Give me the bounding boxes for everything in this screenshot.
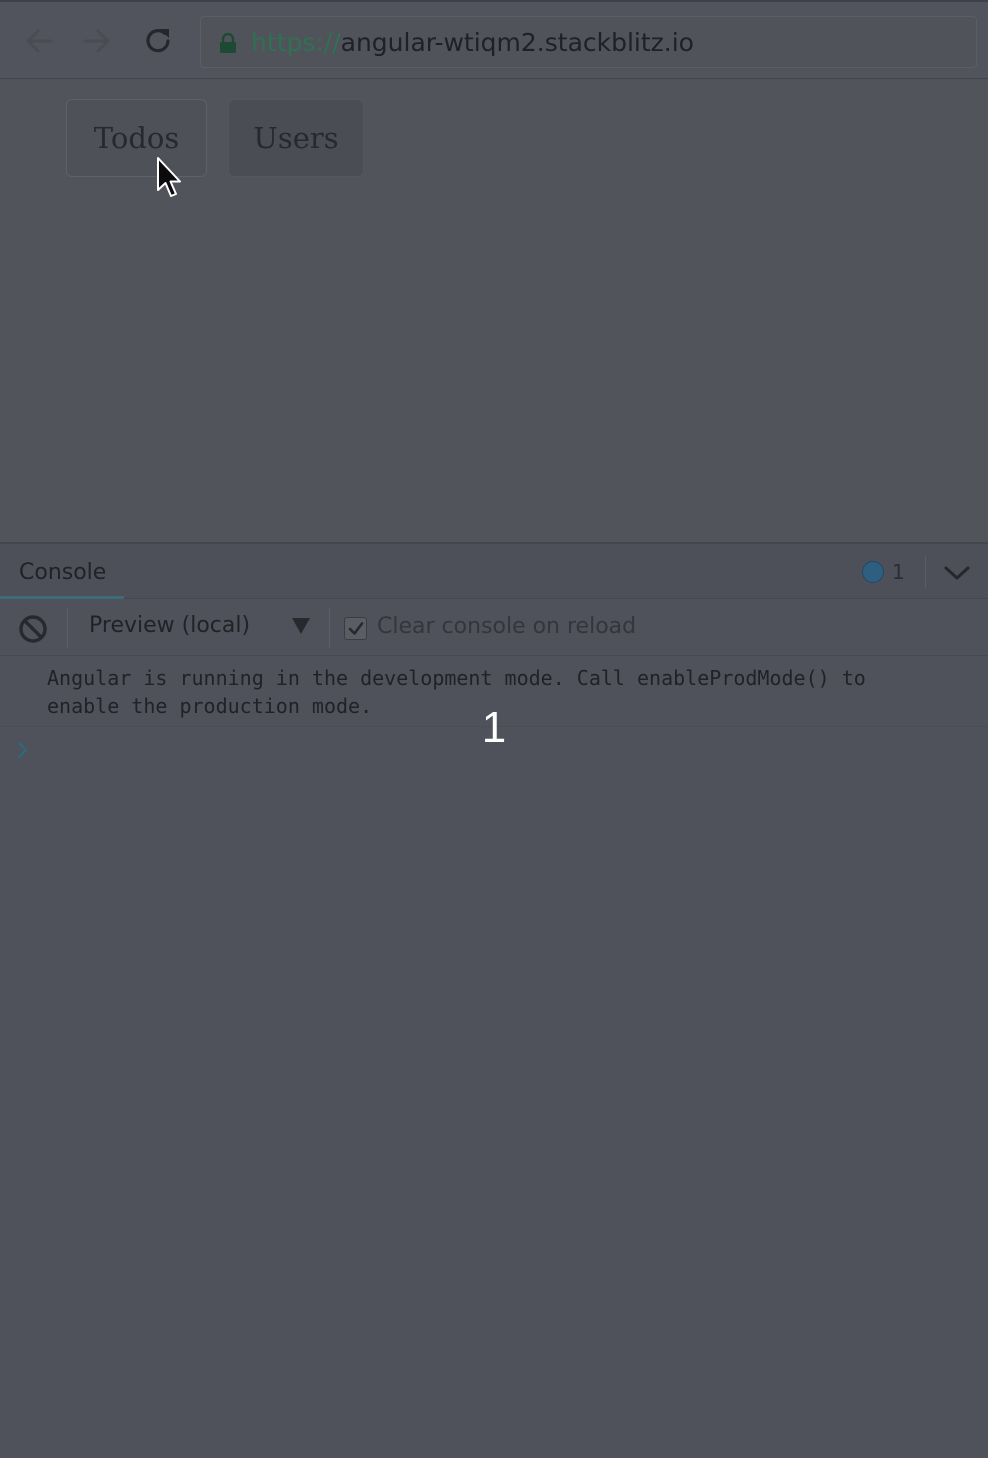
console-output: Angular is running in the development mo… bbox=[0, 657, 988, 1458]
todos-button[interactable]: Todos bbox=[66, 99, 207, 177]
divider bbox=[925, 556, 926, 588]
users-button[interactable]: Users bbox=[228, 99, 364, 177]
console-tab-bar: Console 1 bbox=[0, 542, 988, 599]
divider bbox=[329, 608, 330, 648]
reload-button[interactable] bbox=[141, 24, 175, 58]
info-icon bbox=[862, 561, 884, 583]
chevron-down-icon bbox=[944, 566, 970, 580]
checkmark-icon bbox=[348, 622, 364, 635]
arrow-right-icon bbox=[83, 29, 110, 53]
context-select-value: Preview (local) bbox=[89, 613, 251, 638]
arrow-left-icon bbox=[26, 29, 53, 53]
url-text[interactable]: https://angular-wtiqm2.stackblitz.io bbox=[251, 28, 694, 58]
console-message-text: Angular is running in the development mo… bbox=[47, 666, 866, 718]
info-count: 1 bbox=[892, 560, 905, 584]
dropdown-arrow-icon bbox=[292, 618, 310, 634]
url-scheme: https:// bbox=[251, 28, 341, 57]
page-preview: Todos Users bbox=[0, 80, 988, 542]
address-bar[interactable]: https://angular-wtiqm2.stackblitz.io bbox=[200, 16, 977, 68]
context-select[interactable]: Preview (local) bbox=[89, 613, 315, 643]
info-message-counter[interactable]: 1 bbox=[862, 560, 905, 584]
back-button[interactable] bbox=[22, 24, 56, 58]
url-host: angular-wtiqm2.stackblitz.io bbox=[340, 28, 694, 57]
divider bbox=[67, 608, 68, 648]
collapse-console-button[interactable] bbox=[940, 558, 974, 588]
lock-icon bbox=[220, 33, 236, 53]
console-toolbar: Preview (local) Clear console on reload bbox=[0, 600, 988, 656]
forward-button[interactable] bbox=[80, 24, 114, 58]
clear-on-reload-checkbox[interactable] bbox=[344, 617, 367, 640]
reload-icon bbox=[146, 29, 170, 53]
browser-toolbar: https://angular-wtiqm2.stackblitz.io bbox=[0, 2, 988, 79]
clear-on-reload-label: Clear console on reload bbox=[377, 614, 637, 639]
active-tab-indicator bbox=[0, 596, 124, 599]
chevron-right-icon bbox=[17, 741, 28, 759]
console-prompt-input[interactable] bbox=[40, 735, 970, 765]
tab-console[interactable]: Console bbox=[0, 544, 124, 600]
clear-console-icon[interactable] bbox=[17, 613, 49, 645]
